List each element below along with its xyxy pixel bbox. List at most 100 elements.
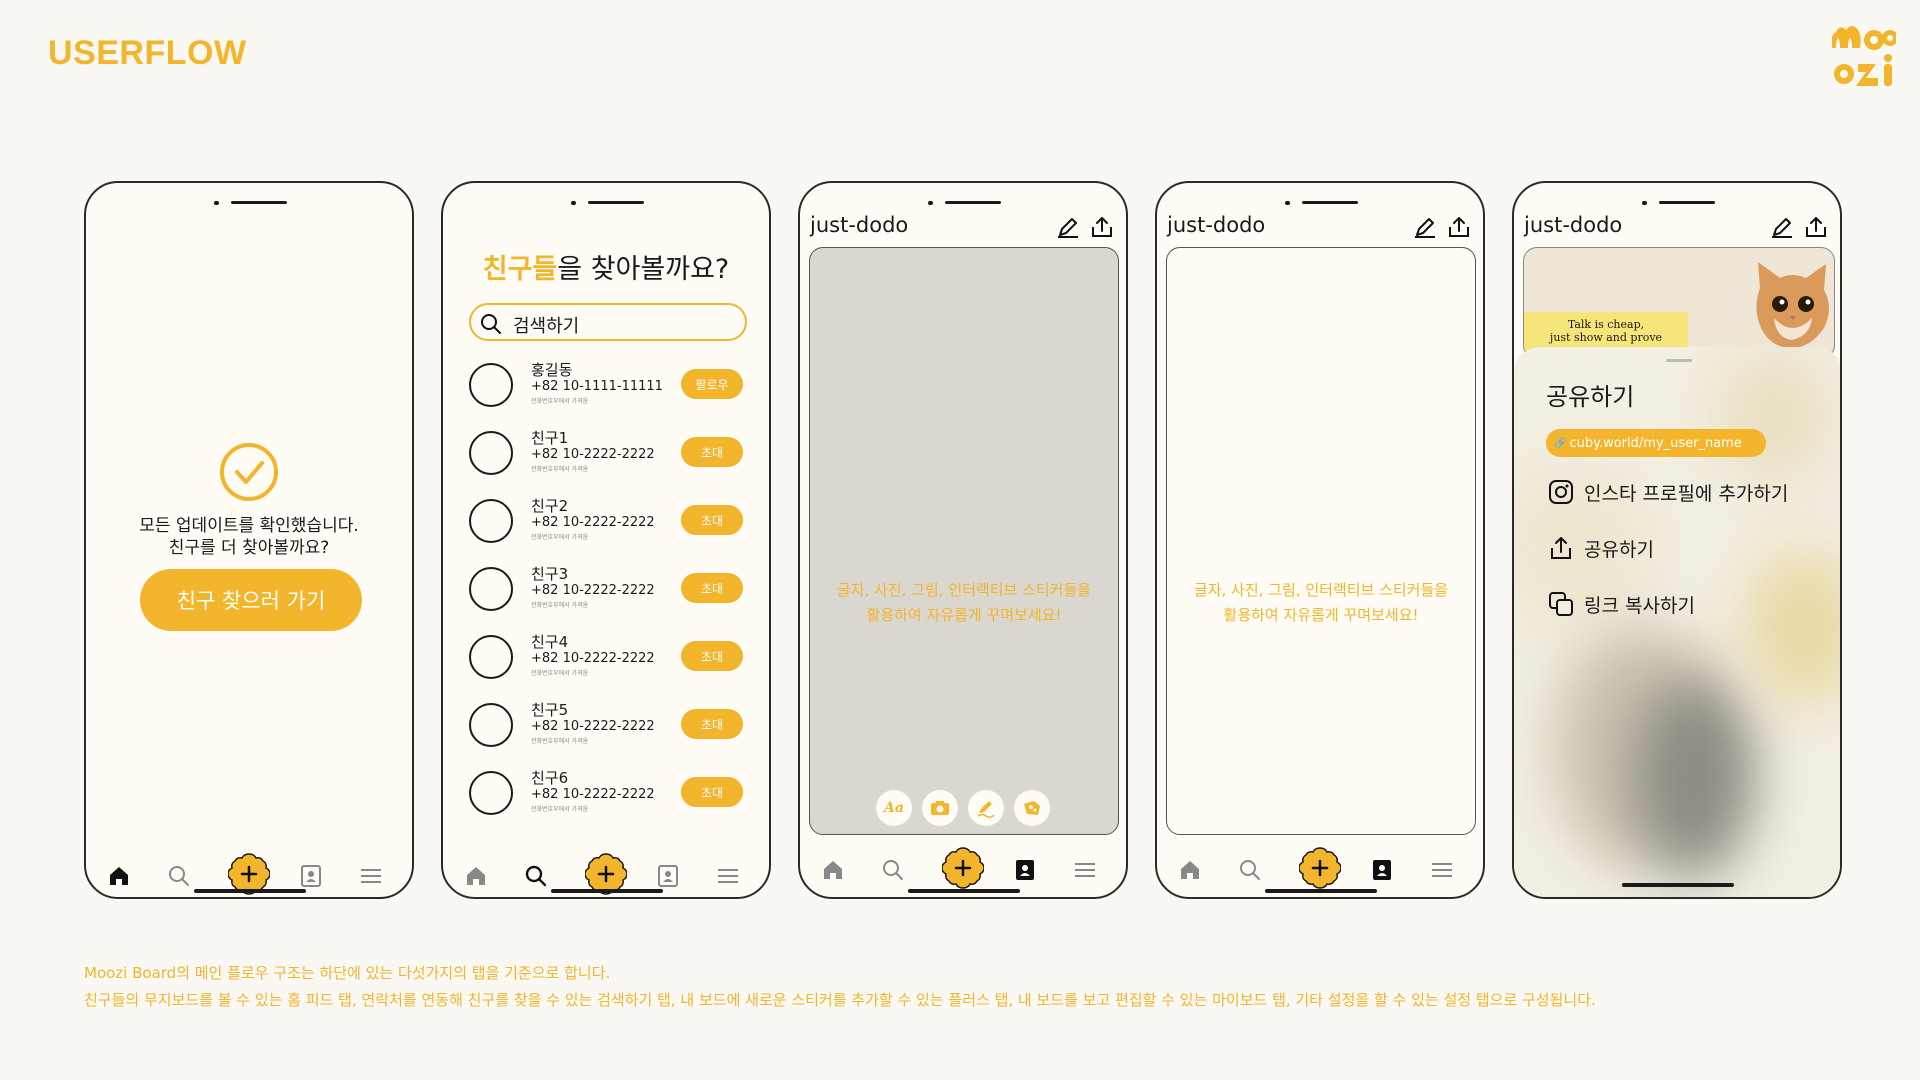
friend-source: 전화번호부에서 가져옴 xyxy=(531,466,589,473)
friend-row[interactable]: 친구1 +82 10-2222-2222 전화번호부에서 가져옴 초대 xyxy=(469,427,747,481)
avatar xyxy=(469,635,513,679)
board-canvas[interactable]: 글자, 사진, 그림, 인터랙티브 스티커들을 활용하여 자유롭게 꾸며보세요!… xyxy=(809,247,1119,835)
share-option-copy-link[interactable]: 링크 복사하기 xyxy=(1546,589,1695,619)
status-notch xyxy=(1514,201,1840,207)
follow-button[interactable]: 팔로우 xyxy=(681,369,743,399)
avatar xyxy=(469,431,513,475)
friend-source: 전화번호부에서 가져옴 xyxy=(531,738,589,745)
invite-button[interactable]: 초대 xyxy=(681,573,743,603)
my-board-icon[interactable] xyxy=(296,861,326,891)
avatar xyxy=(469,703,513,747)
avatar xyxy=(469,499,513,543)
footer-description: Moozi Board의 메인 플로우 구조는 하단에 있는 다섯가지의 탭을 … xyxy=(84,960,1596,1014)
home-indicator xyxy=(1265,889,1377,893)
share-icon[interactable] xyxy=(1447,215,1471,239)
friend-phone: +82 10-2222-2222 xyxy=(531,787,655,802)
edit-icon[interactable] xyxy=(1056,215,1080,239)
my-board-icon[interactable] xyxy=(1010,855,1040,885)
moozi-logo xyxy=(1829,22,1898,92)
board-hint-line1: 글자, 사진, 그림, 인터랙티브 스티커들을 xyxy=(836,581,1092,599)
footer-line2: 친구들의 무지보드를 볼 수 있는 홈 피드 탭, 연락처를 연동해 친구를 찾… xyxy=(84,991,1596,1009)
profile-url-chip[interactable]: 🔗 cuby.world/my_user_name xyxy=(1546,429,1766,457)
home-icon[interactable] xyxy=(818,855,848,885)
draw-sticker-icon[interactable] xyxy=(968,790,1004,826)
plus-tab-icon[interactable] xyxy=(1299,847,1341,889)
search-icon[interactable] xyxy=(521,861,551,891)
home-indicator xyxy=(1622,883,1734,887)
menu-icon[interactable] xyxy=(713,861,743,891)
friend-row[interactable]: 홍길동 +82 10-1111-11111 전화번호부에서 가져옴 팔로우 xyxy=(469,359,747,413)
board-hint-line1: 글자, 사진, 그림, 인터랙티브 스티커들을 xyxy=(1193,581,1449,599)
board-hint: 글자, 사진, 그림, 인터랙티브 스티커들을 활용하여 자유롭게 꾸며보세요! xyxy=(810,578,1118,628)
cat-photo-sticker xyxy=(1756,262,1829,348)
search-placeholder: 검색하기 xyxy=(513,316,580,337)
page-title: USERFLOW xyxy=(48,34,247,72)
share-icon[interactable] xyxy=(1804,215,1828,239)
invite-button[interactable]: 초대 xyxy=(681,709,743,739)
phone-screen-my-board-editing: just-dodo 글자, 사진, 그림, 인터랙티브 스티커들을 활용하여 자… xyxy=(798,181,1128,899)
friend-phone: +82 10-2222-2222 xyxy=(531,447,655,462)
board-username: just-dodo xyxy=(810,213,909,237)
friend-source: 전화번호부에서 가져옴 xyxy=(531,602,589,609)
footer-line1: Moozi Board의 메인 플로우 구조는 하단에 있는 다섯가지의 탭을 … xyxy=(84,964,611,982)
phone-screen-share-sheet: just-dodo Talk is cheap, just show and pr… xyxy=(1512,181,1842,899)
invite-button[interactable]: 초대 xyxy=(681,505,743,535)
board-canvas[interactable]: 글자, 사진, 그림, 인터랙티브 스티커들을 활용하여 자유롭게 꾸며보세요! xyxy=(1166,247,1476,835)
phone-screen-my-board: just-dodo 글자, 사진, 그림, 인터랙티브 스티커들을 활용하여 자… xyxy=(1155,181,1485,899)
board-preview-image: Talk is cheap, just show and prove xyxy=(1523,247,1835,359)
friend-row[interactable]: 친구4 +82 10-2222-2222 전화번호부에서 가져옴 초대 xyxy=(469,631,747,685)
menu-icon[interactable] xyxy=(356,861,386,891)
plus-tab-icon[interactable] xyxy=(942,847,984,889)
friend-source: 전화번호부에서 가져옴 xyxy=(531,398,589,405)
friend-row[interactable]: 친구2 +82 10-2222-2222 전화번호부에서 가져옴 초대 xyxy=(469,495,747,549)
friend-phone: +82 10-2222-2222 xyxy=(531,651,655,666)
find-friends-button[interactable]: 친구 찾으러 가기 xyxy=(140,569,362,631)
search-icon[interactable] xyxy=(878,855,908,885)
search-icon[interactable] xyxy=(164,861,194,891)
search-input[interactable]: 검색하기 xyxy=(469,303,747,341)
home-icon[interactable] xyxy=(461,861,491,891)
search-icon[interactable] xyxy=(1235,855,1265,885)
text-sticker-icon[interactable]: Aa xyxy=(876,790,912,826)
home-indicator xyxy=(908,889,1020,893)
friend-phone: +82 10-2222-2222 xyxy=(531,719,655,734)
sheet-handle[interactable] xyxy=(1666,359,1692,362)
friend-name: 친구1 xyxy=(531,429,569,447)
update-message-line1: 모든 업데이트를 확인했습니다. xyxy=(139,516,359,536)
board-username: just-dodo xyxy=(1167,213,1266,237)
invite-button[interactable]: 초대 xyxy=(681,641,743,671)
board-hint-line2: 활용하여 자유롭게 꾸며보세요! xyxy=(866,606,1062,624)
home-icon[interactable] xyxy=(104,861,134,891)
phone-screen-update-complete: 모든 업데이트를 확인했습니다. 친구를 더 찾아볼까요? 친구 찾으러 가기 xyxy=(84,181,414,899)
menu-icon[interactable] xyxy=(1427,855,1457,885)
invite-button[interactable]: 초대 xyxy=(681,437,743,467)
my-board-icon[interactable] xyxy=(653,861,683,891)
interactive-sticker-icon[interactable] xyxy=(1014,790,1050,826)
invite-button[interactable]: 초대 xyxy=(681,777,743,807)
home-icon[interactable] xyxy=(1175,855,1205,885)
quote-line1: Talk is cheap, xyxy=(1567,318,1645,331)
share-icon[interactable] xyxy=(1090,215,1114,239)
friend-row[interactable]: 친구3 +82 10-2222-2222 전화번호부에서 가져옴 초대 xyxy=(469,563,747,617)
heading-highlight: 친구들 xyxy=(482,254,558,285)
my-board-icon[interactable] xyxy=(1367,855,1397,885)
friend-row[interactable]: 친구6 +82 10-2222-2222 전화번호부에서 가져옴 초대 xyxy=(469,767,747,821)
search-icon xyxy=(481,314,501,334)
bottom-nav xyxy=(800,847,1126,895)
menu-icon[interactable] xyxy=(1070,855,1100,885)
camera-sticker-icon[interactable] xyxy=(922,790,958,826)
friend-name: 홍길동 xyxy=(531,361,573,379)
share-option-label: 링크 복사하기 xyxy=(1584,594,1695,617)
edit-icon[interactable] xyxy=(1413,215,1437,239)
share-option-label: 공유하기 xyxy=(1584,538,1654,561)
avatar xyxy=(469,771,513,815)
friend-name: 친구2 xyxy=(531,497,569,515)
friend-name: 친구6 xyxy=(531,769,569,787)
quote-text: Talk is cheap, just show and prove xyxy=(1524,318,1688,344)
instagram-icon xyxy=(1546,477,1576,507)
board-hint: 글자, 사진, 그림, 인터랙티브 스티커들을 활용하여 자유롭게 꾸며보세요! xyxy=(1167,578,1475,628)
edit-icon[interactable] xyxy=(1770,215,1794,239)
friend-row[interactable]: 친구5 +82 10-2222-2222 전화번호부에서 가져옴 초대 xyxy=(469,699,747,753)
share-option-share[interactable]: 공유하기 xyxy=(1546,533,1654,563)
share-option-instagram[interactable]: 인스타 프로필에 추가하기 xyxy=(1546,477,1788,507)
